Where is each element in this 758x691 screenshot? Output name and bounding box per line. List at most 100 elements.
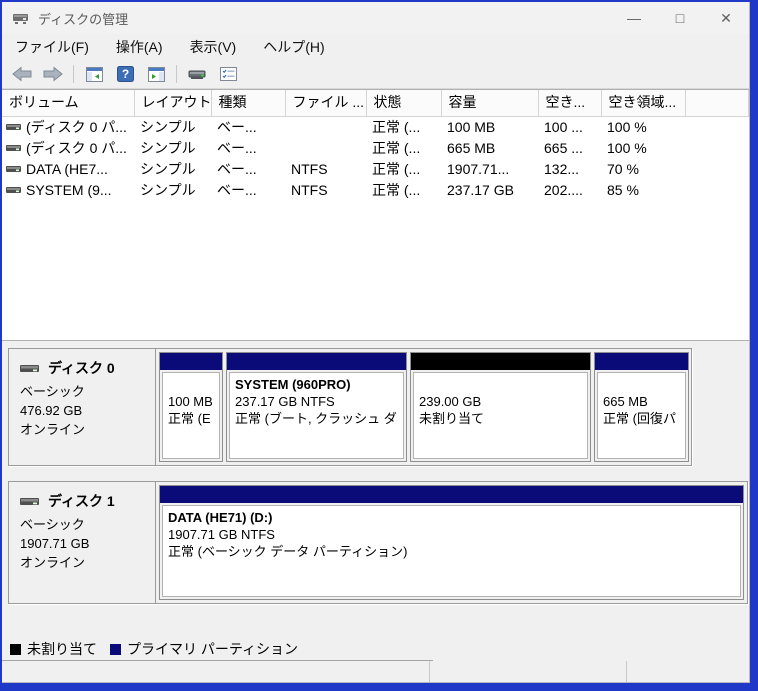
cell-status: 正常 (... (372, 140, 421, 156)
volume-name: (ディスク 0 パ... (26, 119, 127, 135)
volume-name: SYSTEM (9... (26, 182, 112, 198)
list-options-icon (219, 67, 237, 81)
column-header-layout[interactable]: レイアウト (134, 90, 212, 117)
menu-file[interactable]: ファイル(F) (15, 37, 89, 57)
cell-free: 202.... (544, 182, 583, 198)
disk-icon (20, 365, 39, 372)
cell-filesystem: NTFS (291, 182, 328, 198)
cell-filesystem (285, 116, 366, 138)
minimize-button[interactable]: — (611, 2, 657, 34)
partition-system[interactable]: SYSTEM (960PRO) 237.17 GB NTFS 正常 (ブート, … (226, 352, 407, 462)
disk-drive-icon (13, 14, 28, 24)
partition-label: DATA (HE71) (D:) (168, 510, 273, 525)
forward-arrow-icon (43, 66, 63, 82)
column-header-filesystem[interactable]: ファイル ... (285, 90, 367, 117)
disk-1-partitions: DATA (HE71) (D:) 1907.71 GB NTFS 正常 (ベーシ… (156, 482, 747, 603)
partition-status: 未割り当て (419, 411, 485, 426)
show-console-tree-button[interactable] (83, 63, 105, 85)
cell-capacity: 665 MB (447, 140, 496, 156)
partition-size: 239.00 GB (419, 394, 482, 409)
cell-free-percent: 100 % (607, 140, 647, 156)
cell-capacity: 237.17 GB (447, 182, 514, 198)
volume-name: DATA (HE7... (26, 161, 108, 177)
disk-name: ディスク 0 (48, 360, 115, 376)
close-button[interactable]: ✕ (703, 2, 749, 34)
disk-icon (20, 498, 39, 505)
volume-disk-icon (6, 166, 21, 172)
disk-name: ディスク 1 (48, 493, 115, 509)
column-header-capacity[interactable]: 容量 (441, 90, 539, 117)
cell-status: 正常 (... (372, 119, 421, 135)
toolbar-separator (176, 65, 177, 83)
cell-free-percent: 100 % (607, 119, 647, 135)
table-header-row: ボリューム レイアウト 種類 ファイル ... 状態 容量 空き... 空き領域… (2, 90, 749, 117)
disk-status: オンライン (20, 555, 86, 570)
title-bar: ディスクの管理 — □ ✕ (2, 2, 749, 34)
toolbar: ? (2, 60, 749, 89)
help-button[interactable]: ? (114, 63, 136, 85)
disk-type: ベーシック (20, 384, 85, 399)
disk-1-info[interactable]: ディスク 1 ベーシック 1907.71 GB オンライン (9, 482, 156, 603)
disk-1-row: ディスク 1 ベーシック 1907.71 GB オンライン DATA (HE71… (8, 481, 748, 604)
cell-free: 100 ... (544, 119, 583, 135)
menu-view[interactable]: 表示(V) (190, 37, 237, 57)
partition-efi[interactable]: 100 MB 正常 (E (159, 352, 223, 462)
primary-partition-swatch (110, 643, 121, 655)
partition-data[interactable]: DATA (HE71) (D:) 1907.71 GB NTFS 正常 (ベーシ… (159, 485, 744, 600)
column-header-free-percent[interactable]: 空き領域... (601, 90, 686, 117)
help-icon: ? (116, 66, 134, 82)
partition-label (603, 376, 680, 393)
cell-layout: シンプル (140, 119, 196, 135)
disk-properties-button[interactable] (186, 63, 208, 85)
partition-size: 1907.71 GB NTFS (168, 527, 275, 542)
svg-text:?: ? (121, 67, 128, 81)
partition-label: SYSTEM (960PRO) (235, 377, 351, 392)
partition-recovery[interactable]: 665 MB 正常 (回復パ (594, 352, 689, 462)
volume-row[interactable]: SYSTEM (9... シンプル ベー... NTFS 正常 (... 237… (2, 180, 749, 201)
show-action-pane-icon (147, 66, 165, 82)
menu-help[interactable]: ヘルプ(H) (263, 37, 324, 57)
back-button[interactable] (11, 63, 33, 85)
disk-0-row: ディスク 0 ベーシック 476.92 GB オンライン 100 MB 正常 (… (8, 348, 692, 466)
volume-row[interactable]: DATA (HE7... シンプル ベー... NTFS 正常 (... 190… (2, 159, 749, 180)
column-header-free[interactable]: 空き... (538, 90, 602, 117)
menu-bar: ファイル(F) 操作(A) 表示(V) ヘルプ(H) (2, 34, 749, 60)
partition-label (168, 376, 214, 393)
cell-type: ベー... (217, 182, 257, 198)
maximize-button[interactable]: □ (657, 2, 703, 34)
volume-row[interactable]: (ディスク 0 パ... シンプル ベー... 正常 (... 665 MB 6… (2, 138, 749, 159)
volume-row[interactable]: (ディスク 0 パ... シンプル ベー... 正常 (... 100 MB 1… (2, 116, 749, 138)
status-bar (2, 661, 749, 682)
partition-color-bar (160, 353, 222, 370)
show-action-pane-button[interactable] (145, 63, 167, 85)
menu-action[interactable]: 操作(A) (116, 37, 163, 57)
column-header-empty[interactable] (685, 90, 749, 117)
column-header-type[interactable]: 種類 (211, 90, 286, 117)
cell-capacity: 1907.71... (447, 161, 510, 177)
column-header-volume[interactable]: ボリューム (2, 90, 135, 117)
disk-properties-icon (188, 70, 205, 79)
status-segment (430, 661, 627, 682)
cell-filesystem (285, 138, 366, 159)
status-segment (627, 661, 749, 682)
toolbar-separator (73, 65, 74, 83)
cell-free: 665 ... (544, 140, 583, 156)
back-arrow-icon (12, 66, 32, 82)
disk-0-info[interactable]: ディスク 0 ベーシック 476.92 GB オンライン (9, 349, 156, 465)
list-options-button[interactable] (217, 63, 239, 85)
cell-type: ベー... (217, 140, 257, 156)
disk-type: ベーシック (20, 517, 85, 532)
cell-filesystem: NTFS (291, 161, 328, 177)
partition-unallocated[interactable]: 239.00 GB 未割り当て (410, 352, 591, 462)
volume-table: ボリューム レイアウト 種類 ファイル ... 状態 容量 空き... 空き領域… (2, 90, 749, 201)
volume-list: ボリューム レイアウト 種類 ファイル ... 状態 容量 空き... 空き領域… (2, 89, 749, 341)
partition-status: 正常 (ブート, クラッシュ ダ (235, 411, 397, 426)
graphical-view: ディスク 0 ベーシック 476.92 GB オンライン 100 MB 正常 (… (2, 341, 749, 638)
unallocated-swatch (10, 643, 21, 655)
volume-disk-icon (6, 145, 21, 151)
partition-status: 正常 (E (168, 411, 211, 426)
volume-name: (ディスク 0 パ... (26, 140, 127, 156)
column-header-status[interactable]: 状態 (366, 90, 442, 117)
forward-button[interactable] (42, 63, 64, 85)
cell-free-percent: 85 % (607, 182, 639, 198)
